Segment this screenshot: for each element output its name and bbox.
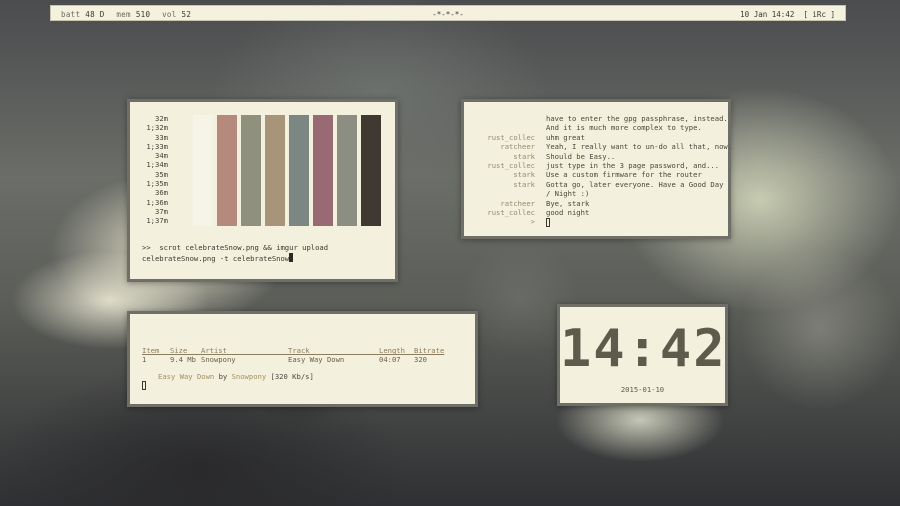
color-code-label: 1;32m	[146, 123, 168, 133]
terminal-prompt[interactable]: >> scrot celebrateSnow.png && imgur uplo…	[142, 243, 387, 264]
clock-time: 14:42	[560, 319, 727, 379]
by-word: by	[218, 372, 228, 381]
music-player-window[interactable]: Item Size Artist Track Length Bitrate 1 …	[127, 311, 478, 407]
irc-message: Bye, stark	[546, 198, 590, 208]
color-code-label: 1;35m	[146, 179, 168, 189]
cell-track: Easy Way Down	[288, 355, 345, 364]
cell-length: 04:07	[379, 355, 401, 364]
irc-message: have to enter the gpg passphrase, instea…	[546, 114, 728, 123]
irc-message: Should be Easy..	[546, 151, 616, 161]
irc-window[interactable]: have to enter the gpg passphrase, instea…	[461, 99, 733, 239]
color-code-label: 1;37m	[146, 216, 168, 226]
color-swatch	[265, 115, 285, 226]
now-bitrate: [320 Kb/s]	[270, 372, 314, 381]
irc-message: Gotta go, later everyone. Have a Good Da…	[546, 179, 724, 189]
color-code-label: 1;36m	[146, 197, 168, 207]
clock-date: 2015-01-10	[620, 385, 665, 394]
player-cursor	[142, 381, 146, 390]
status-bar: batt 48 D mem 510 vol 52 -*-*-*- 10 Jan 14:…	[50, 5, 846, 21]
color-swatch	[337, 115, 357, 226]
color-swatch	[193, 115, 213, 226]
command-text: scrot celebrateSnow.png && imgur upload …	[142, 243, 329, 263]
now-artist: Snowpony	[231, 372, 267, 381]
workspace-indicator[interactable]: -*-*-*-	[51, 10, 845, 19]
irc-nick[interactable]: stark	[513, 170, 535, 179]
irc-nick[interactable]: rust_collec	[487, 133, 535, 142]
prompt-symbol: >>	[142, 243, 151, 252]
terminal-colors-window[interactable]: 32m 1;32m 33m 1;33m 34m 1;34m 35m 1;35m 36m 1;36m…	[127, 99, 398, 282]
cell-artist: Snowpony	[201, 355, 236, 364]
datetime: 10 Jan 14:42	[740, 10, 795, 19]
irc-message: Yeah, I really want to un-do all that, n…	[546, 142, 733, 152]
irc-nick[interactable]: rust_collec	[487, 161, 535, 170]
now-track: Easy Way Down	[158, 372, 215, 381]
now-playing: Easy Way Down by Snowpony [320 Kb/s]	[158, 372, 314, 381]
color-swatch	[217, 115, 237, 226]
color-code-label: 32m	[155, 114, 168, 123]
irc-input-cursor[interactable]	[546, 218, 550, 228]
cell-size: 9.4 Mb	[170, 355, 196, 364]
color-swatch	[241, 115, 261, 226]
irc-nick[interactable]: ratcheer	[500, 199, 535, 208]
color-code-label: 35m	[155, 169, 168, 179]
irc-message: good night	[546, 208, 590, 217]
irc-message: uhm great	[546, 132, 585, 142]
irc-nick[interactable]: ratcheer	[500, 142, 535, 151]
clock-window: 14:42 2015-01-10	[557, 304, 728, 406]
terminal-cursor	[289, 253, 294, 262]
color-code-label: 36m	[155, 188, 168, 198]
color-code-list: 32m 1;32m 33m 1;33m 34m 1;34m 35m 1;35m 36m 1;36m…	[144, 114, 168, 226]
irc-nick[interactable]: >	[531, 217, 535, 226]
irc-message: Use a custom firmware for the router	[546, 170, 702, 180]
color-code-label: 33m	[155, 132, 168, 142]
color-swatch	[361, 115, 381, 226]
color-swatch	[313, 115, 333, 226]
irc-message: And it is much more complex to type.	[546, 123, 702, 133]
cell-item: 1	[142, 355, 147, 364]
irc-nick[interactable]: stark	[513, 152, 535, 161]
color-code-label: 1;33m	[146, 141, 168, 151]
irc-nick[interactable]: stark	[513, 180, 535, 189]
color-code-label: 37m	[155, 206, 168, 216]
irc-nick[interactable]: rust_collec	[487, 208, 535, 217]
status-right: 10 Jan 14:42 [ iRc ]	[740, 10, 835, 19]
irc-message: / Night :)	[546, 189, 590, 199]
color-swatch	[289, 115, 309, 226]
cell-bitrate: 320	[414, 355, 427, 364]
color-code-label: 1;34m	[146, 160, 168, 170]
active-tag[interactable]: [ iRc ]	[803, 10, 835, 19]
irc-message: just type in the 3 page password, and...	[546, 161, 720, 170]
color-code-label: 34m	[155, 151, 168, 161]
